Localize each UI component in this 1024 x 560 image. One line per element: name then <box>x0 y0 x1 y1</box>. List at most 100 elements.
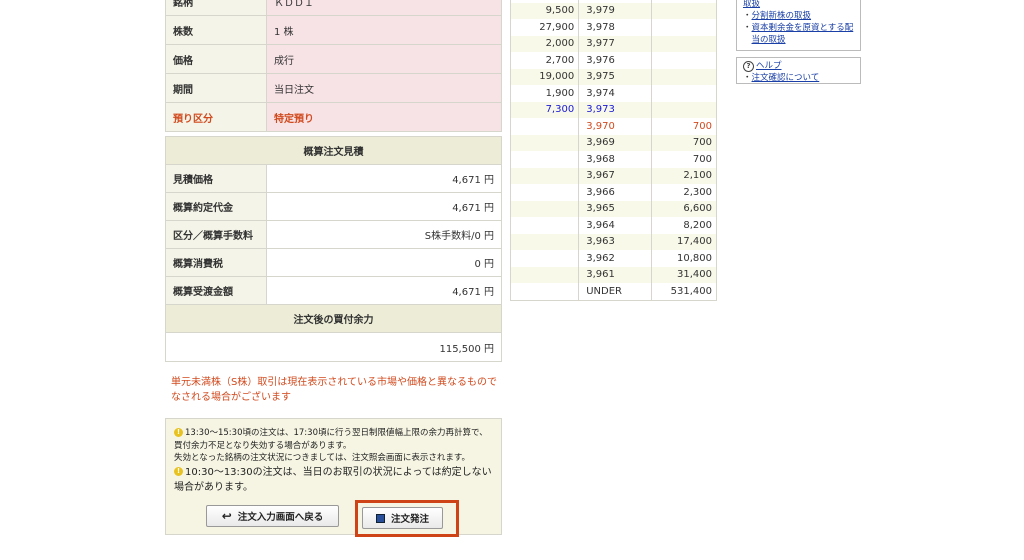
sell-qty-cell <box>509 233 580 250</box>
back-to-order-input-button[interactable]: ↩ 注文入力画面へ戻る <box>206 505 339 527</box>
price-cell: 3,965 <box>578 200 652 217</box>
order-row-stock: 銘柄 ＫＤＤＩ <box>165 0 502 16</box>
warning-line-1: 13:30〜15:30頃の注文は、17:30頃に行う翌日制限値幅上限の余力再計算… <box>174 428 488 451</box>
buy-qty-cell: 700 <box>650 151 718 168</box>
order-book-row: 3,966 2,300 <box>509 184 718 201</box>
sell-qty-cell <box>509 134 580 151</box>
order-book-row: 3,968 700 <box>509 151 718 168</box>
order-book-row: 3,961 31,400 <box>509 266 718 283</box>
buy-qty-cell: 10,800 <box>650 250 718 267</box>
sell-qty-cell: 9,500 <box>509 2 580 19</box>
sell-qty-cell: 1,900 <box>509 85 580 102</box>
buy-qty-cell: 31,400 <box>650 266 718 283</box>
price-cell: 3,977 <box>578 35 652 52</box>
price-cell: 3,963 <box>578 233 652 250</box>
order-book-row: 1,900 3,974 <box>509 85 718 102</box>
warning-icon: ! <box>174 467 183 476</box>
sell-qty-cell <box>509 151 580 168</box>
warning-line-3: 10:30〜13:30の注文は、当日のお取引の状況によっては約定しない場合があり… <box>174 466 492 493</box>
side-link[interactable]: 資本剰余金を原資とする配当の取扱 <box>752 22 854 46</box>
sell-qty-cell <box>509 167 580 184</box>
sell-qty-cell: 19,000 <box>509 68 580 85</box>
buy-qty-cell: 531,400 <box>650 283 718 301</box>
price-cell: 3,961 <box>578 266 652 283</box>
estimate-row: 区分／概算手数料 S株手数料/0 円 <box>165 220 502 249</box>
price-cell: 3,969 <box>578 134 652 151</box>
price-cell: 3,968 <box>578 151 652 168</box>
price-cell: 3,979 <box>578 2 652 19</box>
buy-qty-cell: 8,200 <box>650 217 718 234</box>
order-book-row: 3,963 17,400 <box>509 233 718 250</box>
sell-qty-cell: 2,000 <box>509 35 580 52</box>
price-cell: UNDER <box>578 283 652 301</box>
sell-qty-cell <box>509 283 580 301</box>
buy-qty-cell: 700 <box>650 134 718 151</box>
buy-qty-cell: 6,600 <box>650 200 718 217</box>
buy-qty-cell <box>650 52 718 69</box>
estimate-table: 概算注文見積 見積価格 4,671 円 概算約定代金 4,671 円 区分／概算手数… <box>165 136 502 362</box>
order-row-account-type: 預り区分 特定預り <box>165 102 502 132</box>
estimate-row: 概算約定代金 4,671 円 <box>165 192 502 221</box>
sell-qty-cell: 27,900 <box>509 19 580 36</box>
estimate-row: 見積価格 4,671 円 <box>165 164 502 193</box>
buy-qty-cell: 2,300 <box>650 184 718 201</box>
buy-qty-cell: 17,400 <box>650 233 718 250</box>
order-book-row: 7,300 3,973 <box>509 101 718 118</box>
sell-qty-cell <box>509 266 580 283</box>
buying-power-header: 注文後の買付余力 <box>165 304 502 333</box>
price-cell: 3,974 <box>578 85 652 102</box>
warning-line-2: 失効となった銘柄の注文状況につきましては、注文照会画面に表示されます。 <box>174 453 470 463</box>
help-box: ? ヘルプ ・注文確認について <box>736 57 861 84</box>
order-details-table: 銘柄 ＫＤＤＩ 株数 1 株 価格 成行 期間 当日注文 預り区分 特定預り <box>165 0 502 132</box>
order-book-row: UNDER 531,400 <box>509 283 718 301</box>
price-cell: 3,975 <box>578 68 652 85</box>
help-icon: ? <box>743 61 754 72</box>
side-link[interactable]: 取扱 <box>743 0 760 9</box>
order-book-row: 3,970 700 <box>509 118 718 135</box>
price-cell: 3,973 <box>578 101 652 118</box>
price-cell: 3,970 <box>578 118 652 135</box>
order-book-row: 2,000 3,977 <box>509 35 718 52</box>
order-book-table: 10,1003,9809,5003,97927,9003,9782,0003,9… <box>509 0 718 301</box>
price-cell: 3,966 <box>578 184 652 201</box>
sell-qty-cell <box>509 200 580 217</box>
buy-qty-cell <box>650 68 718 85</box>
submit-highlight-frame <box>355 500 459 537</box>
price-cell: 3,964 <box>578 217 652 234</box>
price-cell: 3,967 <box>578 167 652 184</box>
price-cell: 3,962 <box>578 250 652 267</box>
side-link[interactable]: 分割新株の取扱 <box>752 11 812 21</box>
order-book-row: 2,700 3,976 <box>509 52 718 69</box>
price-cell: 3,976 <box>578 52 652 69</box>
side-links-box: 取扱 ・分割新株の取扱 ・資本剰余金を原資とする配当の取扱 <box>736 0 861 51</box>
buy-qty-cell <box>650 101 718 118</box>
buy-qty-cell: 700 <box>650 118 718 135</box>
order-row-period: 期間 当日注文 <box>165 73 502 103</box>
order-book-row: 3,962 10,800 <box>509 250 718 267</box>
price-cell: 3,978 <box>578 19 652 36</box>
sell-qty-cell <box>509 217 580 234</box>
help-title-link[interactable]: ヘルプ <box>756 61 782 71</box>
order-row-quantity: 株数 1 株 <box>165 15 502 45</box>
order-book-row: 27,900 3,978 <box>509 19 718 36</box>
return-arrow-icon: ↩ <box>221 509 232 523</box>
help-order-confirm-link[interactable]: 注文確認について <box>752 73 820 83</box>
estimate-row: 概算消費税 0 円 <box>165 248 502 277</box>
warning-icon: ! <box>174 428 183 437</box>
buy-qty-cell <box>650 19 718 36</box>
sell-qty-cell <box>509 250 580 267</box>
order-row-price: 価格 成行 <box>165 44 502 74</box>
sell-qty-cell: 2,700 <box>509 52 580 69</box>
order-book-row: 19,000 3,975 <box>509 68 718 85</box>
order-book-row: 3,967 2,100 <box>509 167 718 184</box>
buy-qty-cell <box>650 85 718 102</box>
sell-qty-cell <box>509 184 580 201</box>
order-book-row: 3,965 6,600 <box>509 200 718 217</box>
odd-lot-note: 単元未満株（S株）取引は現在表示されている市場や価格と異なるもので なされる場合… <box>171 377 498 403</box>
estimate-header: 概算注文見積 <box>165 136 502 165</box>
order-book-row: 9,500 3,979 <box>509 2 718 19</box>
buying-power-value: 115,500 円 <box>165 332 502 362</box>
estimate-row: 概算受渡金額 4,671 円 <box>165 276 502 305</box>
buy-qty-cell: 2,100 <box>650 167 718 184</box>
buy-qty-cell <box>650 35 718 52</box>
